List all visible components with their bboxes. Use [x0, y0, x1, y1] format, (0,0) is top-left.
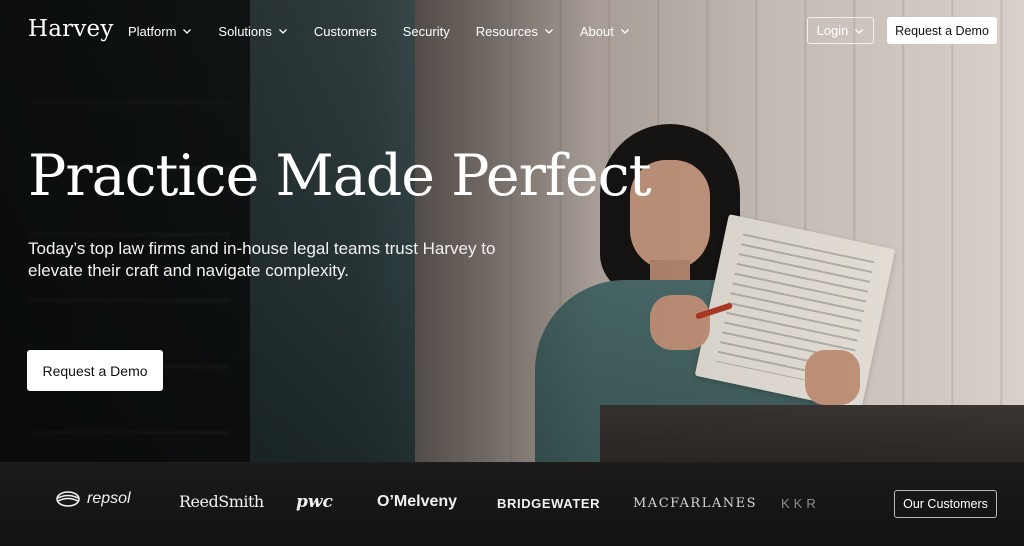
nav-label: Security — [402, 23, 450, 39]
nav-item-customers[interactable]: Customers — [314, 24, 377, 39]
hero-overlay — [0, 0, 1024, 470]
our-customers-button[interactable]: Our Customers — [894, 490, 997, 518]
nav-label: Platform — [128, 23, 177, 39]
hero-title: Practice Made Perfect — [28, 143, 652, 209]
chevron-down-icon — [620, 26, 630, 36]
nav-label: Solutions — [218, 23, 272, 39]
nav-label: Customers — [313, 23, 377, 39]
nav-links: Platform Solutions Customers Security Re… — [128, 0, 656, 62]
kkr-logo: KKR — [781, 496, 820, 511]
chevron-down-icon — [182, 26, 192, 36]
request-demo-button-nav[interactable]: Request a Demo — [887, 17, 997, 44]
login-button[interactable]: Login — [807, 17, 874, 44]
macfarlanes-logo: MACFARLANES — [633, 496, 758, 511]
nav-label: Resources — [475, 23, 538, 39]
nav-item-about[interactable]: About — [580, 24, 630, 39]
repsol-logo: repsol — [55, 490, 131, 508]
top-navigation: Harvey Platform Solutions Customers Secu… — [0, 0, 1024, 62]
harvey-logo[interactable]: Harvey — [28, 16, 114, 42]
nav-label: About — [579, 23, 614, 39]
pwc-logo: pwc — [296, 492, 333, 512]
reedsmith-logo: ReedSmith — [179, 492, 264, 511]
chevron-down-icon — [278, 26, 288, 36]
page: Harvey Platform Solutions Customers Secu… — [0, 0, 1024, 546]
repsol-logo-text: repsol — [87, 490, 131, 507]
repsol-mark-icon — [56, 491, 80, 507]
login-label: Login — [816, 23, 849, 38]
omelveny-logo: O’Melveny — [377, 493, 458, 510]
bridgewater-logo: BRIDGEWATER — [497, 496, 601, 511]
request-demo-button-hero[interactable]: Request a Demo — [27, 350, 163, 391]
chevron-down-icon — [544, 26, 554, 36]
nav-item-resources[interactable]: Resources — [476, 24, 554, 39]
nav-item-solutions[interactable]: Solutions — [218, 24, 287, 39]
nav-item-security[interactable]: Security — [403, 24, 450, 39]
nav-item-platform[interactable]: Platform — [128, 24, 192, 39]
chevron-down-icon — [854, 26, 864, 36]
hero-subtitle: Today’s top law firms and in-house legal… — [28, 239, 496, 280]
